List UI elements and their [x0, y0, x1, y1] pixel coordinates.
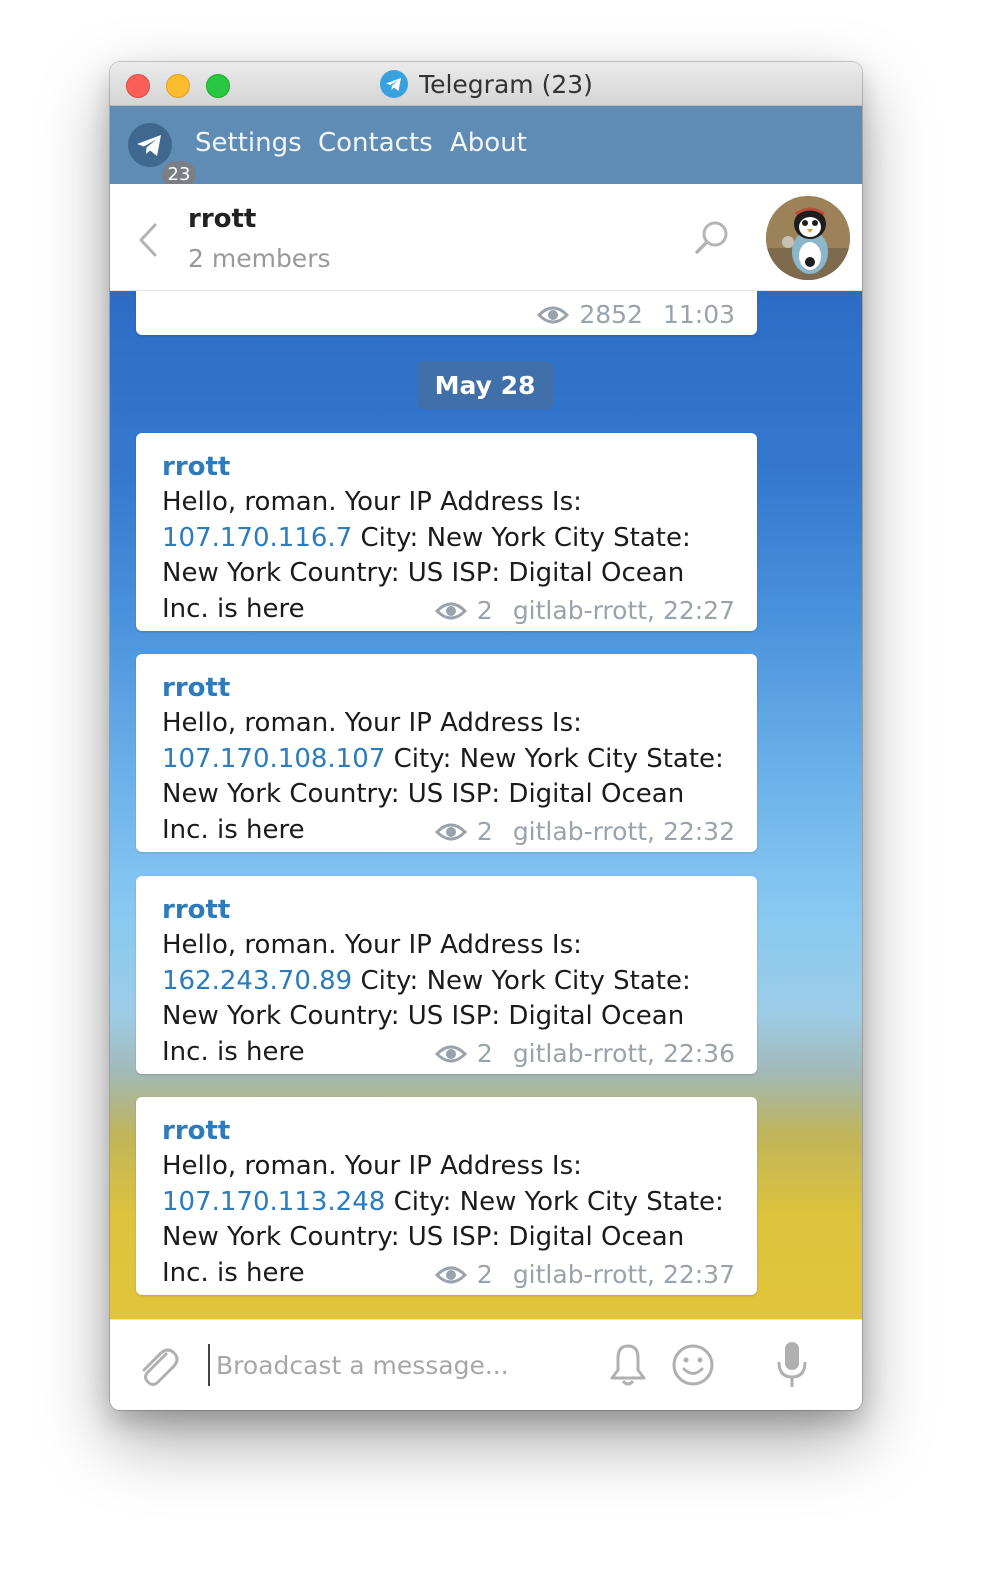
message-bubble[interactable]: rrott Hello, roman. Your IP Address Is: …	[136, 876, 757, 1074]
message-meta: 2 gitlab-rrott, 22:32	[434, 817, 735, 846]
main-menu-button[interactable]: 23	[128, 123, 196, 189]
message-bubble[interactable]: rrott Hello, roman. Your IP Address Is: …	[136, 1097, 757, 1295]
search-icon[interactable]	[692, 218, 732, 258]
ip-address-link[interactable]: 107.170.113.248	[162, 1187, 385, 1217]
penguin-avatar-image	[766, 196, 850, 280]
telegram-plane-icon	[137, 135, 161, 156]
message-text-start: Hello, roman. Your IP Address Is:	[162, 1151, 582, 1181]
top-menu-bar: 23 Settings Contacts About	[110, 106, 862, 189]
menu-contacts[interactable]: Contacts	[318, 128, 433, 158]
message-signature-time: gitlab-rrott, 22:32	[512, 817, 735, 846]
chevron-left-icon[interactable]	[136, 222, 160, 258]
date-separator: May 28	[417, 361, 553, 409]
eye-icon	[434, 823, 467, 840]
eye-icon	[434, 1045, 467, 1062]
message-signature-time: gitlab-rrott, 22:36	[512, 1039, 735, 1068]
message-sender[interactable]: rrott	[162, 449, 733, 485]
window-title: Telegram (23)	[419, 69, 593, 99]
message-signature-time: gitlab-rrott, 22:27	[512, 596, 735, 625]
chat-title[interactable]: rrott	[188, 204, 256, 234]
eye-icon	[434, 602, 467, 619]
ip-address-link[interactable]: 162.243.70.89	[162, 966, 352, 996]
message-text-start: Hello, roman. Your IP Address Is:	[162, 487, 582, 517]
message-sender[interactable]: rrott	[162, 670, 733, 706]
chat-member-count: 2 members	[188, 244, 331, 273]
view-count: 2	[476, 1260, 493, 1289]
message-meta: 2 gitlab-rrott, 22:36	[434, 1039, 735, 1068]
message-meta: 2852 11:03	[537, 300, 735, 329]
message-bubble[interactable]: rrott Hello, roman. Your IP Address Is: …	[136, 433, 757, 631]
message-meta: 2 gitlab-rrott, 22:27	[434, 596, 735, 625]
bell-icon[interactable]	[606, 1342, 650, 1388]
message-signature-time: gitlab-rrott, 22:37	[512, 1260, 735, 1289]
message-meta: 2 gitlab-rrott, 22:37	[434, 1260, 735, 1289]
microphone-icon[interactable]	[774, 1340, 810, 1390]
smile-icon[interactable]	[670, 1342, 716, 1388]
view-count: 2	[476, 596, 493, 625]
chat-header: rrott 2 members	[110, 184, 862, 291]
title-bar: Telegram (23)	[110, 62, 862, 106]
telegram-app-icon	[380, 70, 409, 98]
view-count: 2	[476, 1039, 493, 1068]
message-list[interactable]: 2852 11:03 May 28 rrott Hello, roman. Yo…	[110, 291, 862, 1319]
window-title-group: Telegram (23)	[110, 62, 862, 106]
menu-settings[interactable]: Settings	[195, 128, 302, 158]
ip-address-link[interactable]: 107.170.108.107	[162, 744, 385, 774]
eye-icon	[434, 1266, 467, 1283]
message-composer	[110, 1319, 862, 1410]
message-bubble[interactable]: rrott Hello, roman. Your IP Address Is: …	[136, 654, 757, 852]
message-text-start: Hello, roman. Your IP Address Is:	[162, 930, 582, 960]
view-count: 2852	[579, 300, 643, 329]
message-input[interactable]	[208, 1344, 598, 1386]
view-count: 2	[476, 817, 493, 846]
message-time: 11:03	[662, 300, 735, 329]
message-sender[interactable]: rrott	[162, 1113, 733, 1149]
app-window: Telegram (23) 23 Settings Contacts About…	[110, 62, 862, 1410]
message-sender[interactable]: rrott	[162, 892, 733, 928]
eye-icon	[537, 306, 570, 323]
message-text-start: Hello, roman. Your IP Address Is:	[162, 708, 582, 738]
ip-address-link[interactable]: 107.170.116.7	[162, 523, 352, 553]
menu-about[interactable]: About	[450, 128, 527, 158]
paperclip-icon[interactable]	[136, 1344, 180, 1390]
message-bubble-previous[interactable]: 2852 11:03	[136, 291, 757, 335]
chat-avatar[interactable]	[766, 196, 850, 280]
